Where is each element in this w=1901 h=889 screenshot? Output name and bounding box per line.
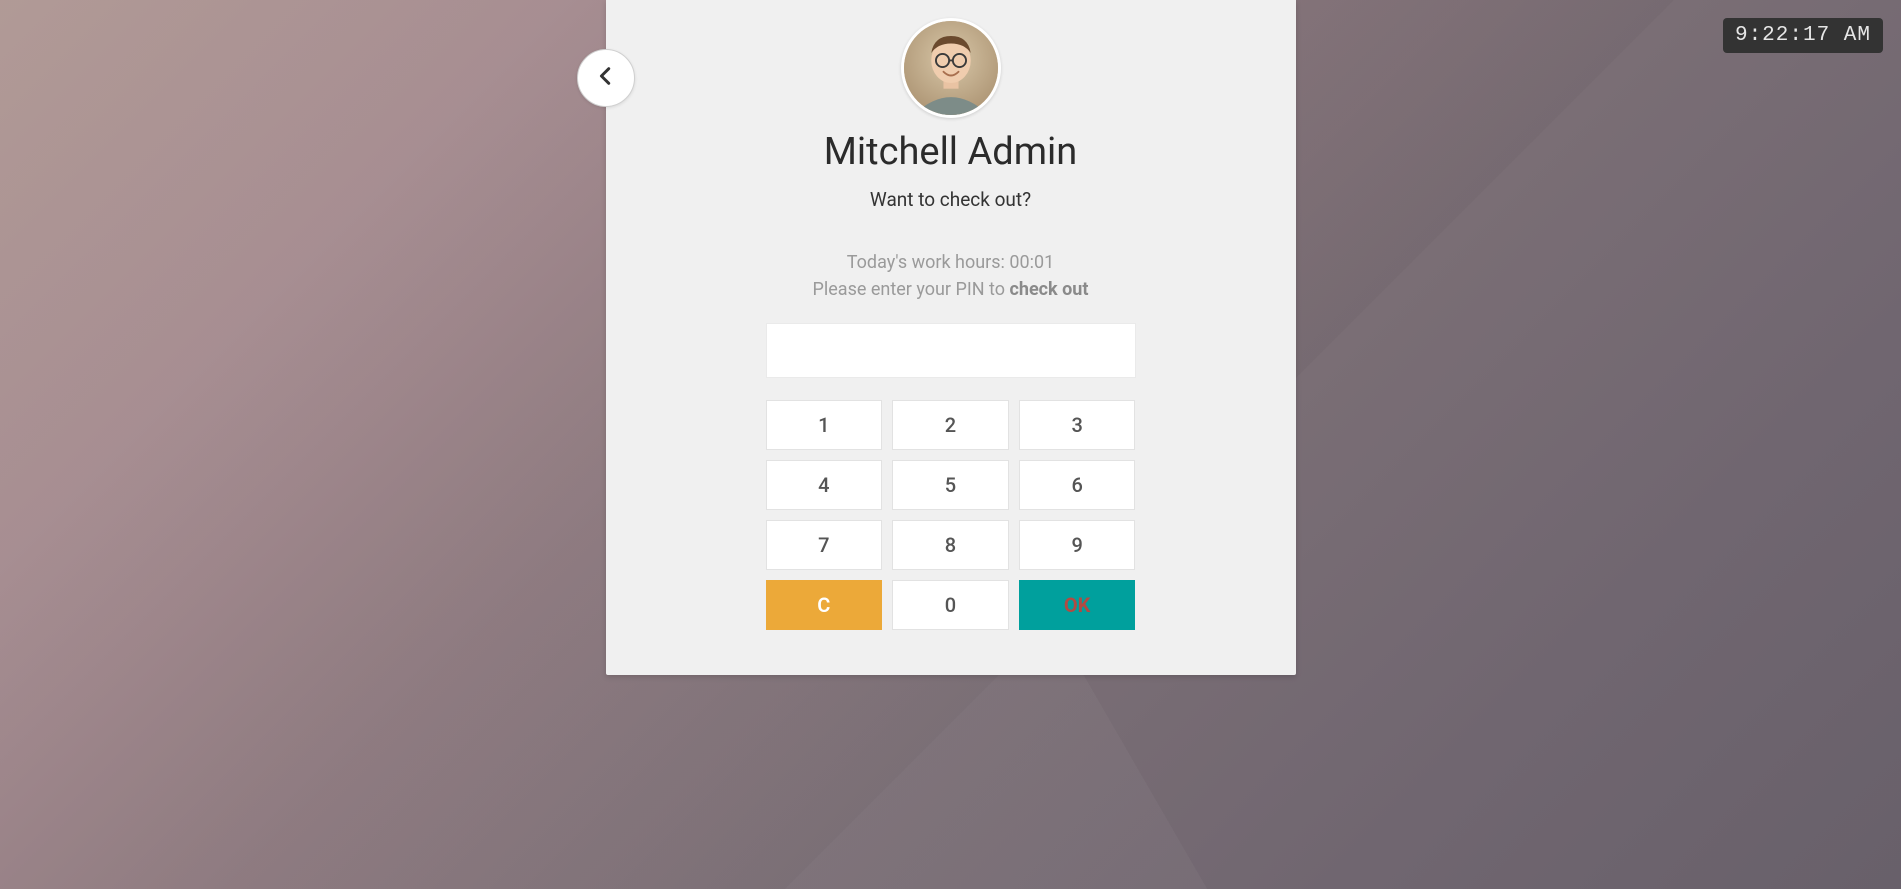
pin-instruction-prefix: Please enter your PIN to <box>813 279 1010 300</box>
avatar <box>901 18 1001 118</box>
key-7[interactable]: 7 <box>766 520 883 570</box>
avatar-image <box>904 21 998 115</box>
key-3[interactable]: 3 <box>1019 400 1136 450</box>
key-6[interactable]: 6 <box>1019 460 1136 510</box>
keypad: 1 2 3 4 5 6 7 8 9 C 0 OK <box>766 400 1136 630</box>
key-2[interactable]: 2 <box>892 400 1009 450</box>
key-9[interactable]: 9 <box>1019 520 1136 570</box>
work-hours-label: Today's work hours: 00:01 <box>606 249 1296 276</box>
checkout-prompt: Want to check out? <box>606 188 1296 211</box>
pin-input[interactable] <box>766 323 1136 378</box>
key-8[interactable]: 8 <box>892 520 1009 570</box>
back-button[interactable] <box>577 49 635 107</box>
pin-instruction-action: check out <box>1010 279 1089 300</box>
chevron-left-icon <box>595 65 617 91</box>
key-ok[interactable]: OK <box>1019 580 1136 630</box>
checkout-card: Mitchell Admin Want to check out? Today'… <box>606 0 1296 675</box>
employee-name: Mitchell Admin <box>606 130 1296 174</box>
sub-info: Today's work hours: 00:01 Please enter y… <box>606 249 1296 303</box>
pin-instruction: Please enter your PIN to check out <box>606 276 1296 303</box>
clock-display: 9:22:17 AM <box>1723 18 1883 53</box>
key-5[interactable]: 5 <box>892 460 1009 510</box>
key-4[interactable]: 4 <box>766 460 883 510</box>
key-1[interactable]: 1 <box>766 400 883 450</box>
key-clear[interactable]: C <box>766 580 883 630</box>
key-0[interactable]: 0 <box>892 580 1009 630</box>
